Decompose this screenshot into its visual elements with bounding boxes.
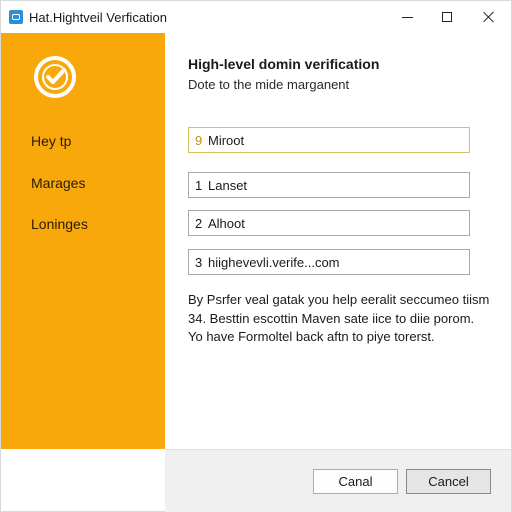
maximize-button[interactable]	[425, 1, 469, 33]
title-bar: Hat.Hightveil Verfication	[1, 1, 511, 33]
app-icon	[9, 10, 23, 24]
field-number: 9	[195, 132, 203, 148]
description-line: 34. Besttin escottin Maven sate iice to …	[188, 310, 475, 326]
field-value: Miroot	[208, 132, 245, 148]
window-title: Hat.Hightveil Verfication	[29, 10, 168, 25]
field-number: 2	[195, 215, 203, 231]
description-line: By Psrfer veal gatak you help eeralit se…	[188, 292, 490, 307]
description-line: Yo have Formoltel back aftn to piye tore…	[188, 329, 435, 344]
sidebar: Hey tp Marages Loninges	[1, 33, 165, 449]
canal-button[interactable]: Canal	[313, 469, 398, 494]
sidebar-item-marages[interactable]: Marages	[31, 175, 85, 191]
field-value: hiighevevli.verife...com	[208, 254, 340, 270]
checkmark-badge-icon	[34, 56, 76, 98]
field-value: Alhoot	[208, 215, 245, 231]
minimize-button[interactable]	[385, 1, 429, 33]
cancel-button[interactable]: Cancel	[406, 469, 491, 494]
sidebar-item-hey-tp[interactable]: Hey tp	[31, 133, 71, 149]
description-text: By Psrfer veal gatak you help eeralit se…	[188, 291, 490, 347]
sidebar-item-loninges[interactable]: Loninges	[31, 216, 88, 232]
domain-field-1[interactable]: 9 Miroot	[188, 127, 470, 153]
dialog-window: Hat.Hightveil Verfication Hey tp Marages…	[0, 0, 512, 512]
maximize-icon	[442, 12, 452, 22]
page-title: High-level domin verification	[188, 56, 380, 72]
domain-field-4[interactable]: 3 hiighevevli.verife...com	[188, 249, 470, 275]
page-subtitle: Dote to the mide marganent	[188, 77, 350, 92]
domain-field-2[interactable]: 1 Lanset	[188, 172, 470, 198]
field-value: Lanset	[208, 177, 248, 193]
minimize-icon	[401, 16, 413, 18]
close-icon	[483, 11, 495, 23]
domain-field-3[interactable]: 2 Alhoot	[188, 210, 470, 236]
close-button[interactable]	[467, 1, 511, 33]
dialog-footer: Canal Cancel	[165, 449, 511, 512]
field-number: 3	[195, 254, 203, 270]
field-number: 1	[195, 177, 203, 193]
